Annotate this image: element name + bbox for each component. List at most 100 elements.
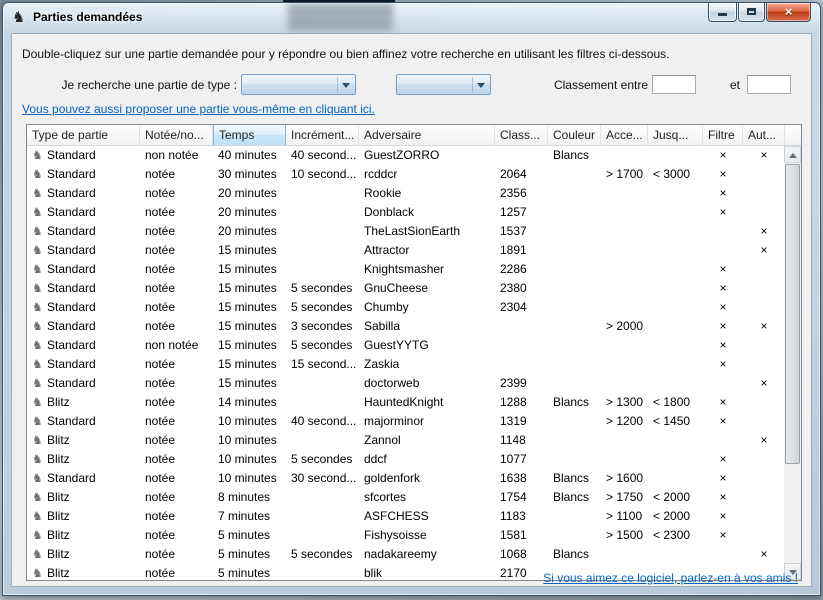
- cell-3: 15 minutes: [213, 260, 286, 279]
- cell-9: [648, 336, 703, 355]
- table-row[interactable]: ♞Standardnotée20 minutesDonblack1257×: [27, 203, 785, 222]
- game-type-text: Standard: [47, 471, 96, 485]
- cell-11: ×: [743, 545, 785, 564]
- cell-9: [648, 241, 703, 260]
- cell-1: ♞Blitz: [27, 450, 140, 469]
- minimize-button[interactable]: [708, 3, 737, 22]
- table-row[interactable]: ♞Standardnotée10 minutes30 second...gold…: [27, 469, 785, 488]
- game-subtype-select[interactable]: [396, 74, 491, 95]
- cell-3: 20 minutes: [213, 184, 286, 203]
- column-header-4[interactable]: Incrément...: [286, 125, 359, 146]
- column-header-2[interactable]: Notée/no...: [140, 125, 213, 146]
- cell-10: [703, 241, 743, 260]
- cell-5: majorminor: [359, 412, 495, 431]
- cell-11: [743, 165, 785, 184]
- and-label: et: [726, 78, 744, 92]
- table-row[interactable]: ♞Blitznotée10 minutesZannol1148×: [27, 431, 785, 450]
- cell-11: ×: [743, 241, 785, 260]
- knight-icon: ♞: [32, 222, 47, 241]
- table-row[interactable]: ♞Blitznotée5 minutesFishysoisse1581> 150…: [27, 526, 785, 545]
- table-row[interactable]: ♞Blitznotée8 minutessfcortes1754Blancs> …: [27, 488, 785, 507]
- cell-3: 15 minutes: [213, 298, 286, 317]
- game-type-text: Standard: [47, 186, 96, 200]
- column-header-8[interactable]: Acce...: [601, 125, 648, 146]
- column-header-5[interactable]: Adversaire: [359, 125, 495, 146]
- cell-11: ×: [743, 146, 785, 165]
- cell-2: notée: [140, 469, 213, 488]
- table-row[interactable]: ♞Standardnon notée15 minutes5 secondesGu…: [27, 336, 785, 355]
- cell-1: ♞Standard: [27, 203, 140, 222]
- table-row[interactable]: ♞Standardnotée15 minutes5 secondesChumby…: [27, 298, 785, 317]
- cell-7: [548, 507, 601, 526]
- knight-icon: ♞: [32, 355, 47, 374]
- knight-icon: ♞: [32, 260, 47, 279]
- cell-10: ×: [703, 203, 743, 222]
- cell-10: ×: [703, 298, 743, 317]
- game-type-select[interactable]: [241, 74, 356, 95]
- cell-5: Fishysoisse: [359, 526, 495, 545]
- cell-1: ♞Standard: [27, 336, 140, 355]
- game-type-text: Standard: [47, 243, 96, 257]
- column-header-10[interactable]: Filtre: [703, 125, 743, 146]
- table-row[interactable]: ♞Blitznotée14 minutesHauntedKnight1288Bl…: [27, 393, 785, 412]
- cell-10: ×: [703, 412, 743, 431]
- close-button[interactable]: ×: [766, 3, 811, 22]
- vertical-scrollbar[interactable]: [784, 146, 801, 580]
- table-row[interactable]: ♞Standardnotée10 minutes40 second...majo…: [27, 412, 785, 431]
- cell-9: [648, 203, 703, 222]
- cell-6: 1257: [495, 203, 548, 222]
- table-row[interactable]: ♞Blitznotée5 minutes5 secondesnadakareem…: [27, 545, 785, 564]
- column-header-9[interactable]: Jusq...: [648, 125, 703, 146]
- cell-9: < 1800: [648, 393, 703, 412]
- cell-10: [703, 374, 743, 393]
- column-header-11[interactable]: Aut...: [743, 125, 785, 146]
- table-row[interactable]: ♞Standardnotée15 minutes5 secondesGnuChe…: [27, 279, 785, 298]
- share-link[interactable]: Si vous aimez ce logiciel, parlez-en à v…: [543, 571, 798, 585]
- game-type-text: Standard: [47, 319, 96, 333]
- cell-4: 5 secondes: [286, 279, 359, 298]
- propose-game-link[interactable]: Vous pouvez aussi proposer une partie vo…: [22, 102, 375, 116]
- cell-11: [743, 203, 785, 222]
- cell-10: [703, 545, 743, 564]
- column-header-1[interactable]: Type de partie: [27, 125, 140, 146]
- close-icon: ×: [767, 4, 810, 19]
- cell-8: > 1600: [601, 469, 648, 488]
- cell-1: ♞Standard: [27, 222, 140, 241]
- cell-2: notée: [140, 431, 213, 450]
- cell-9: [648, 545, 703, 564]
- knight-icon: ♞: [32, 184, 47, 203]
- table-row[interactable]: ♞Standardnotée30 minutes10 second...rcdd…: [27, 165, 785, 184]
- cell-4: [286, 564, 359, 580]
- cell-5: ASFCHESS: [359, 507, 495, 526]
- scrollbar-thumb[interactable]: [785, 164, 800, 464]
- rating-max-input[interactable]: [747, 75, 791, 94]
- scroll-up-button[interactable]: [784, 146, 801, 163]
- game-type-text: Blitz: [47, 490, 70, 504]
- column-header-3[interactable]: Temps: [213, 125, 286, 146]
- table-row[interactable]: ♞Standardnon notée40 minutes40 second...…: [27, 146, 785, 165]
- cell-2: non notée: [140, 146, 213, 165]
- title-bar[interactable]: ♞ Parties demandées ×: [3, 3, 820, 31]
- table-row[interactable]: ♞Standardnotée15 minutesAttractor1891×: [27, 241, 785, 260]
- column-header-6[interactable]: Class...: [495, 125, 548, 146]
- table-row[interactable]: ♞Standardnotée20 minutesRookie2356×: [27, 184, 785, 203]
- cell-8: [601, 184, 648, 203]
- cell-7: Blancs: [548, 146, 601, 165]
- maximize-button[interactable]: [738, 3, 765, 22]
- table-row[interactable]: ♞Standardnotée15 minutes3 secondesSabill…: [27, 317, 785, 336]
- cell-11: [743, 184, 785, 203]
- cell-10: ×: [703, 507, 743, 526]
- knight-icon: ♞: [32, 393, 47, 412]
- column-header-7[interactable]: Couleur: [548, 125, 601, 146]
- cell-11: [743, 336, 785, 355]
- table-row[interactable]: ♞Standardnotée20 minutesTheLastSionEarth…: [27, 222, 785, 241]
- table-row[interactable]: ♞Standardnotée15 minutesKnightsmasher228…: [27, 260, 785, 279]
- table-row[interactable]: ♞Standardnotée15 minutesdoctorweb2399×: [27, 374, 785, 393]
- cell-11: ×: [743, 317, 785, 336]
- table-row[interactable]: ♞Blitznotée10 minutes5 secondesddcf1077×: [27, 450, 785, 469]
- cell-5: GuestYYTG: [359, 336, 495, 355]
- table-row[interactable]: ♞Blitznotée7 minutesASFCHESS1183> 1100< …: [27, 507, 785, 526]
- cell-2: notée: [140, 184, 213, 203]
- rating-min-input[interactable]: [652, 75, 696, 94]
- table-row[interactable]: ♞Standardnotée15 minutes15 second...Zask…: [27, 355, 785, 374]
